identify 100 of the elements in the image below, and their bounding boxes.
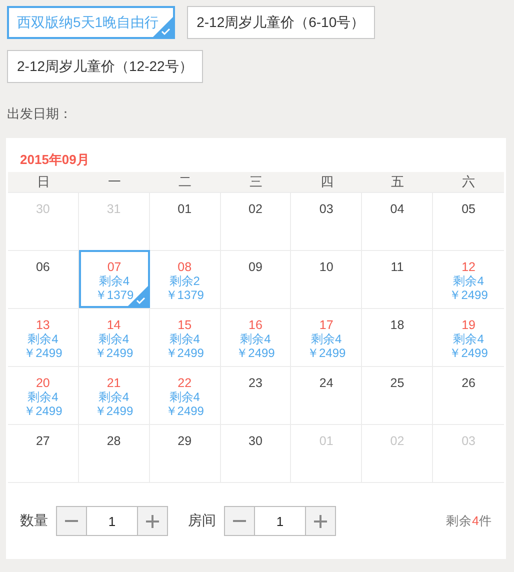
remaining-count: 剩余4 xyxy=(453,274,484,288)
price-label: ￥2499 xyxy=(307,346,346,360)
date-cell[interactable]: 25 xyxy=(362,366,434,424)
date-cell[interactable]: 02 xyxy=(220,192,292,250)
date-cell[interactable]: 03 xyxy=(291,192,362,250)
price-label: ￥2499 xyxy=(94,346,134,360)
package-option[interactable]: 2-12周岁儿童价（6-10号） xyxy=(186,6,375,39)
quantity-field[interactable]: 1 xyxy=(87,506,137,536)
decrease-button[interactable] xyxy=(224,506,255,536)
price-label: ￥1379 xyxy=(94,288,134,302)
increase-button[interactable] xyxy=(137,506,168,536)
day-number: 03 xyxy=(319,202,334,216)
date-cell[interactable]: 10 xyxy=(291,250,362,308)
day-number: 22 xyxy=(178,376,192,390)
date-cell[interactable]: 11 xyxy=(362,250,434,308)
remaining-count: 剩余4 xyxy=(28,390,58,404)
weekday-label: 六 xyxy=(462,173,476,191)
price-label: ￥2499 xyxy=(24,404,62,418)
weekday-label: 日 xyxy=(36,173,50,191)
day-number: 06 xyxy=(36,260,50,274)
day-number: 10 xyxy=(319,260,334,274)
plus-icon xyxy=(314,514,327,528)
day-number: 14 xyxy=(106,318,121,332)
date-cell[interactable]: 27 xyxy=(8,424,79,482)
stepper-label: 数量 xyxy=(20,512,48,530)
price-label: ￥2499 xyxy=(236,346,275,360)
remaining-count: 剩余4 xyxy=(98,332,130,346)
date-cell[interactable]: 18 xyxy=(362,308,434,366)
date-cell[interactable]: 29 xyxy=(150,424,221,482)
remaining-count: 剩余4 xyxy=(169,332,200,346)
day-number: 30 xyxy=(36,202,50,216)
day-number: 23 xyxy=(248,376,262,390)
price-label: ￥2499 xyxy=(24,346,62,360)
day-number: 02 xyxy=(390,434,404,448)
date-cell[interactable]: 09 xyxy=(220,250,292,308)
day-number: 11 xyxy=(390,260,404,274)
weekday-label: 一 xyxy=(108,173,121,191)
decrease-button[interactable] xyxy=(56,506,87,536)
remaining-count: 剩余2 xyxy=(169,274,200,288)
day-number: 08 xyxy=(178,260,192,274)
stepper-label: 房间 xyxy=(188,512,216,530)
day-number: 30 xyxy=(248,434,262,448)
day-number: 18 xyxy=(390,318,404,332)
remaining-count: 剩余4 xyxy=(98,390,130,404)
date-cell[interactable]: 06 xyxy=(8,250,79,308)
weekday-label: 五 xyxy=(391,173,404,191)
remaining-count: 剩余4 xyxy=(240,332,271,346)
day-number: 16 xyxy=(248,318,262,332)
weekday-label: 三 xyxy=(249,173,262,191)
plus-icon xyxy=(146,514,159,528)
day-number: 09 xyxy=(248,260,262,274)
day-number: 19 xyxy=(462,318,476,332)
day-number: 17 xyxy=(319,318,334,332)
day-number: 25 xyxy=(390,376,404,390)
day-number: 15 xyxy=(178,318,192,332)
remaining-count: 剩余4 xyxy=(311,332,342,346)
date-cell[interactable]: 01 xyxy=(150,192,221,250)
date-cell[interactable]: 26 xyxy=(433,366,504,424)
day-number: 02 xyxy=(248,202,262,216)
day-number: 28 xyxy=(106,434,121,448)
minus-icon xyxy=(65,520,78,522)
minus-icon xyxy=(233,520,246,522)
day-number: 20 xyxy=(36,376,50,390)
remaining-count: 剩余4 xyxy=(453,332,484,346)
day-number: 01 xyxy=(319,434,334,448)
price-label: ￥1379 xyxy=(165,288,204,302)
departure-date-label: 出发日期： xyxy=(7,105,72,123)
price-label: ￥2499 xyxy=(449,346,488,360)
day-number: 29 xyxy=(178,434,192,448)
day-number: 24 xyxy=(319,376,334,390)
package-option[interactable]: 2-12周岁儿童价（12-22号） xyxy=(7,50,203,83)
date-cell[interactable]: 04 xyxy=(362,192,434,250)
price-label: ￥2499 xyxy=(94,404,134,418)
date-cell[interactable]: 23 xyxy=(220,366,292,424)
day-number: 31 xyxy=(106,202,121,216)
day-number: 27 xyxy=(36,434,50,448)
day-number: 13 xyxy=(36,318,50,332)
date-cell[interactable]: 30 xyxy=(220,424,292,482)
quantity-field[interactable]: 1 xyxy=(255,506,305,536)
day-number: 26 xyxy=(462,376,476,390)
day-number: 07 xyxy=(107,260,122,274)
price-label: ￥2499 xyxy=(165,404,204,418)
price-label: ￥2499 xyxy=(449,288,488,302)
date-cell[interactable]: 05 xyxy=(433,192,504,250)
day-number: 12 xyxy=(462,260,476,274)
day-number: 21 xyxy=(106,376,121,390)
stock-remaining: 剩余4件 xyxy=(446,512,492,530)
remaining-count: 剩余4 xyxy=(169,390,200,404)
day-number: 05 xyxy=(462,202,476,216)
day-number: 01 xyxy=(178,202,192,216)
increase-button[interactable] xyxy=(305,506,336,536)
remaining-count: 剩余4 xyxy=(28,332,58,346)
remaining-count: 剩余4 xyxy=(98,274,130,288)
weekday-label: 二 xyxy=(178,173,192,191)
day-number: 03 xyxy=(462,434,476,448)
weekday-label: 四 xyxy=(320,173,334,191)
month-title: 2015年09月 xyxy=(19,151,90,168)
date-cell[interactable]: 28 xyxy=(78,424,150,482)
date-cell[interactable]: 24 xyxy=(291,366,362,424)
price-label: ￥2499 xyxy=(165,346,204,360)
